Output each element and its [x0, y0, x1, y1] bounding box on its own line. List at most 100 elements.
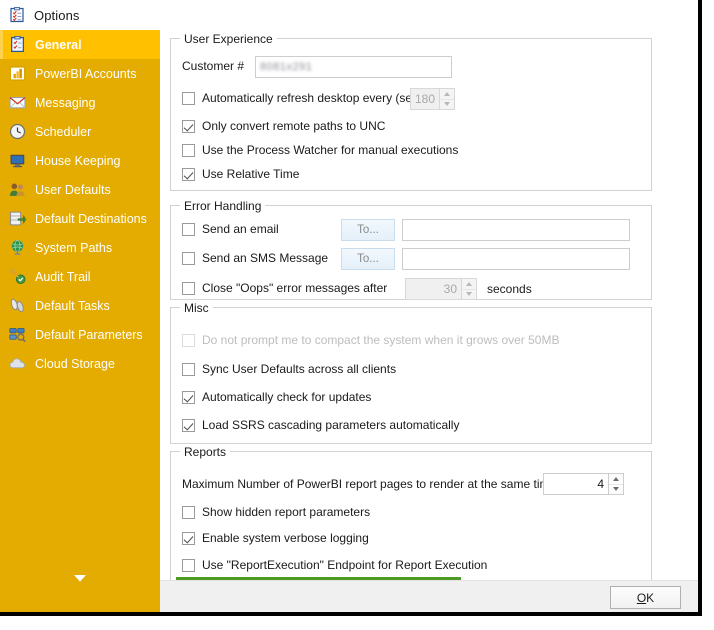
spinner-down-button[interactable]: [462, 288, 476, 300]
chevron-down-icon[interactable]: [0, 572, 160, 586]
send-sms-recipients-input[interactable]: [402, 248, 630, 270]
process-watcher-label: Use the Process Watcher for manual execu…: [202, 143, 459, 157]
sidebar-item-label: PowerBI Accounts: [35, 66, 137, 81]
spinner-buttons[interactable]: [608, 473, 624, 495]
sync-user-defaults-checkbox[interactable]: [182, 362, 195, 376]
show-hidden-params-row[interactable]: Show hidden report parameters: [182, 505, 370, 519]
send-sms-checkbox[interactable]: [182, 251, 195, 265]
verbose-logging-label: Enable system verbose logging: [202, 531, 369, 545]
process-watcher-checkbox[interactable]: [182, 143, 195, 157]
sidebar-item-powerbi-accounts[interactable]: PowerBI Accounts: [0, 59, 160, 88]
relative-time-row[interactable]: Use Relative Time: [182, 167, 299, 181]
sidebar-item-default-parameters[interactable]: Default Parameters: [0, 320, 160, 349]
sync-user-defaults-row[interactable]: Sync User Defaults across all clients: [182, 362, 396, 376]
group-title: Reports: [180, 445, 231, 459]
report-execution-endpoint-checkbox[interactable]: [182, 558, 195, 572]
sidebar-item-user-defaults[interactable]: User Defaults: [0, 175, 160, 204]
button-label: To...: [357, 224, 379, 236]
send-email-row[interactable]: Send an email: [182, 222, 279, 236]
sidebar-item-label: House Keeping: [35, 153, 121, 168]
sidebar-item-default-tasks[interactable]: Default Tasks: [0, 291, 160, 320]
unc-checkbox[interactable]: [182, 119, 195, 133]
auto-check-updates-checkbox[interactable]: [182, 390, 195, 404]
auto-check-updates-label: Automatically check for updates: [202, 390, 372, 404]
spinner-down-button[interactable]: [440, 98, 454, 110]
process-watcher-row[interactable]: Use the Process Watcher for manual execu…: [182, 143, 458, 157]
sidebar-item-label: Audit Trail: [35, 269, 91, 284]
close-oops-checkbox[interactable]: [182, 281, 195, 295]
spinner-up-button[interactable]: [609, 474, 623, 484]
unc-row[interactable]: Only convert remote paths to UNC: [182, 119, 385, 133]
options-dialog: Options General PowerBI Accounts Messagi…: [0, 0, 698, 612]
customer-number-input[interactable]: 8081x291: [255, 56, 452, 78]
ssrs-cascading-label: Load SSRS cascading parameters automatic…: [202, 418, 460, 432]
ssrs-cascading-checkbox[interactable]: [182, 418, 195, 432]
group-title: Misc: [180, 301, 213, 315]
show-hidden-params-label: Show hidden report parameters: [202, 505, 371, 519]
customer-number-label: Customer #: [182, 59, 245, 73]
close-oops-label: Close "Oops" error messages after: [202, 281, 388, 295]
compact-system-checkbox: [182, 333, 195, 347]
auto-refresh-row[interactable]: Automatically refresh desktop every (sec…: [182, 91, 428, 105]
compact-system-row: Do not prompt me to compact the system w…: [182, 333, 559, 347]
auto-refresh-label: Automatically refresh desktop every (sec…: [202, 91, 429, 105]
spinner-up-button[interactable]: [462, 279, 476, 289]
send-email-to-button[interactable]: To...: [341, 219, 395, 241]
ok-button-label-rest: K: [646, 590, 655, 605]
auto-refresh-seconds-spinner[interactable]: 180: [410, 88, 455, 110]
group-error-handling: Error Handling Send an email To... Send …: [170, 199, 652, 300]
sidebar-item-audit-trail[interactable]: Audit Trail: [0, 262, 160, 291]
sidebar-item-default-destinations[interactable]: Default Destinations: [0, 204, 160, 233]
verbose-logging-checkbox[interactable]: [182, 531, 195, 545]
compact-system-label: Do not prompt me to compact the system w…: [202, 333, 560, 347]
spinner-buttons[interactable]: [461, 278, 477, 300]
sidebar-item-label: Default Destinations: [35, 211, 147, 226]
clipboard-icon: [9, 36, 26, 53]
verbose-logging-row[interactable]: Enable system verbose logging: [182, 531, 369, 545]
ssrs-cascading-row[interactable]: Load SSRS cascading parameters automatic…: [182, 418, 459, 432]
sync-user-defaults-label: Sync User Defaults across all clients: [202, 362, 397, 376]
relative-time-label: Use Relative Time: [202, 167, 300, 181]
group-user-experience: User Experience Customer # 8081x291 Auto…: [170, 32, 652, 191]
spinner-up-button[interactable]: [440, 89, 454, 99]
group-misc: Misc Do not prompt me to compact the sys…: [170, 301, 652, 444]
sidebar-nav: General PowerBI Accounts Messaging Sched…: [0, 30, 160, 612]
sidebar-item-system-paths[interactable]: System Paths: [0, 233, 160, 262]
customer-number-value: 8081x291: [260, 61, 313, 73]
auto-refresh-checkbox[interactable]: [182, 91, 195, 105]
auto-check-updates-row[interactable]: Automatically check for updates: [182, 390, 371, 404]
max-report-pages-spinner[interactable]: 4: [543, 473, 624, 495]
show-hidden-params-checkbox[interactable]: [182, 505, 195, 519]
report-execution-endpoint-row[interactable]: Use "ReportExecution" Endpoint for Repor…: [182, 558, 487, 572]
sidebar-item-general[interactable]: General: [0, 30, 160, 59]
spinner-down-button[interactable]: [609, 483, 623, 495]
parameters-search-icon: [9, 326, 26, 343]
send-email-recipients-input[interactable]: [402, 219, 630, 241]
sidebar-item-cloud-storage[interactable]: Cloud Storage: [0, 349, 160, 378]
group-title: User Experience: [180, 32, 277, 46]
spinner-buttons[interactable]: [439, 88, 455, 110]
sidebar-item-house-keeping[interactable]: House Keeping: [0, 146, 160, 175]
close-oops-seconds-spinner[interactable]: 30: [405, 278, 477, 300]
send-sms-label: Send an SMS Message: [202, 251, 329, 265]
ok-button-mnemonic: O: [636, 590, 647, 605]
sidebar-item-messaging[interactable]: Messaging: [0, 88, 160, 117]
key-icon: [9, 268, 26, 285]
relative-time-checkbox[interactable]: [182, 167, 195, 181]
close-oops-row[interactable]: Close "Oops" error messages after: [182, 281, 387, 295]
send-sms-to-button[interactable]: To...: [341, 248, 395, 270]
send-email-checkbox[interactable]: [182, 222, 195, 236]
sidebar-item-scheduler[interactable]: Scheduler: [0, 117, 160, 146]
customer-number-field-row: Customer #: [182, 59, 244, 73]
sidebar-item-label: User Defaults: [35, 182, 111, 197]
report-execution-endpoint-label: Use "ReportExecution" Endpoint for Repor…: [202, 558, 488, 572]
close-oops-seconds-value[interactable]: 30: [405, 278, 461, 300]
auto-refresh-seconds-value[interactable]: 180: [410, 88, 439, 110]
max-report-pages-value[interactable]: 4: [543, 473, 608, 495]
envelope-icon: [9, 94, 26, 111]
send-sms-row[interactable]: Send an SMS Message: [182, 251, 328, 265]
ok-button[interactable]: OK: [610, 586, 681, 609]
powerbi-icon: [9, 65, 26, 82]
window-title: Options: [34, 7, 80, 23]
unc-label: Only convert remote paths to UNC: [202, 119, 386, 133]
